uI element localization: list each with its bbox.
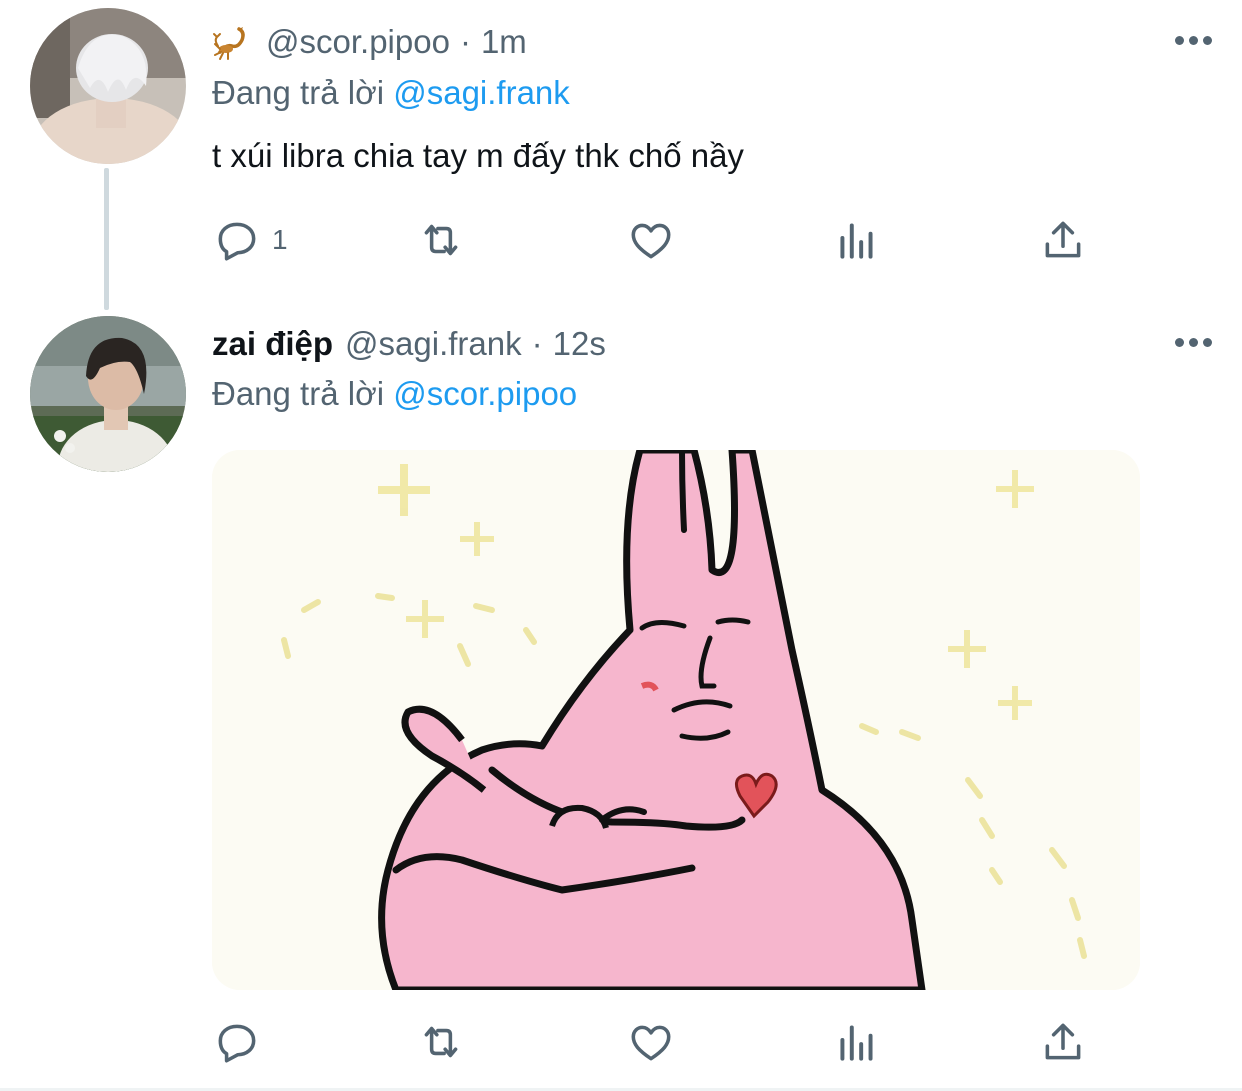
scorpion-emoji	[212, 22, 252, 62]
views-button[interactable]	[832, 210, 882, 270]
share-button[interactable]	[1038, 210, 1088, 270]
views-button[interactable]	[832, 1012, 882, 1072]
separator-dot: ·	[459, 23, 471, 60]
pink-bunny-sticker	[212, 450, 1140, 990]
share-button[interactable]	[1038, 1012, 1088, 1072]
more-dots-icon[interactable]	[1175, 338, 1212, 347]
user-handle[interactable]: @sagi.frank	[345, 324, 522, 364]
avatar[interactable]	[30, 8, 186, 164]
timestamp[interactable]: 12s	[553, 324, 606, 364]
replying-to: Đang trả lời @scor.pipoo	[212, 374, 577, 414]
views-bar-chart-icon	[840, 223, 873, 259]
timestamp[interactable]: 1m	[481, 22, 527, 62]
share-upload-icon	[1045, 221, 1081, 258]
user-handle[interactable]: @scor.pipoo	[266, 22, 450, 62]
tweet-text: t xúi libra chia tay m đấy thk chố nầy	[212, 137, 744, 174]
replying-to: Đang trả lời @sagi.frank	[212, 73, 570, 113]
reply-bubble-icon	[218, 222, 256, 261]
separator-dot: ·	[531, 325, 543, 362]
retweet-icon	[424, 224, 458, 256]
reply-button[interactable]: 1	[212, 210, 288, 270]
replying-prefix: Đang trả lời	[212, 375, 385, 412]
share-upload-icon	[1045, 1023, 1081, 1060]
like-button[interactable]	[626, 210, 676, 270]
heart-icon	[631, 223, 671, 259]
more-dots-icon[interactable]	[1175, 36, 1212, 45]
retweet-button[interactable]	[416, 210, 466, 270]
tweet-media-image[interactable]	[212, 450, 1140, 990]
replying-prefix: Đang trả lời	[212, 74, 385, 111]
retweet-button[interactable]	[416, 1012, 466, 1072]
reply-mention-link[interactable]: @scor.pipoo	[393, 375, 577, 412]
tweet-header: zai điệp @sagi.frank · 12s	[212, 324, 606, 364]
tweet-header: @scor.pipoo · 1m	[212, 22, 527, 62]
like-button[interactable]	[626, 1012, 676, 1072]
reply-bubble-icon	[218, 1024, 256, 1063]
reply-count: 1	[272, 224, 288, 255]
tweet[interactable]: zai điệp @sagi.frank · 12s Đang trả lời …	[0, 300, 1242, 1091]
retweet-icon	[424, 1026, 458, 1058]
views-bar-chart-icon	[840, 1025, 873, 1061]
avatar[interactable]	[30, 316, 186, 472]
reply-button[interactable]	[212, 1012, 272, 1072]
display-name[interactable]: zai điệp	[212, 324, 333, 364]
tweet[interactable]: @scor.pipoo · 1m Đang trả lời @sagi.fran…	[0, 0, 1242, 300]
action-bar: 1	[212, 210, 1112, 270]
heart-icon	[631, 1025, 671, 1061]
action-bar	[212, 1012, 1112, 1072]
reply-mention-link[interactable]: @sagi.frank	[393, 74, 570, 111]
